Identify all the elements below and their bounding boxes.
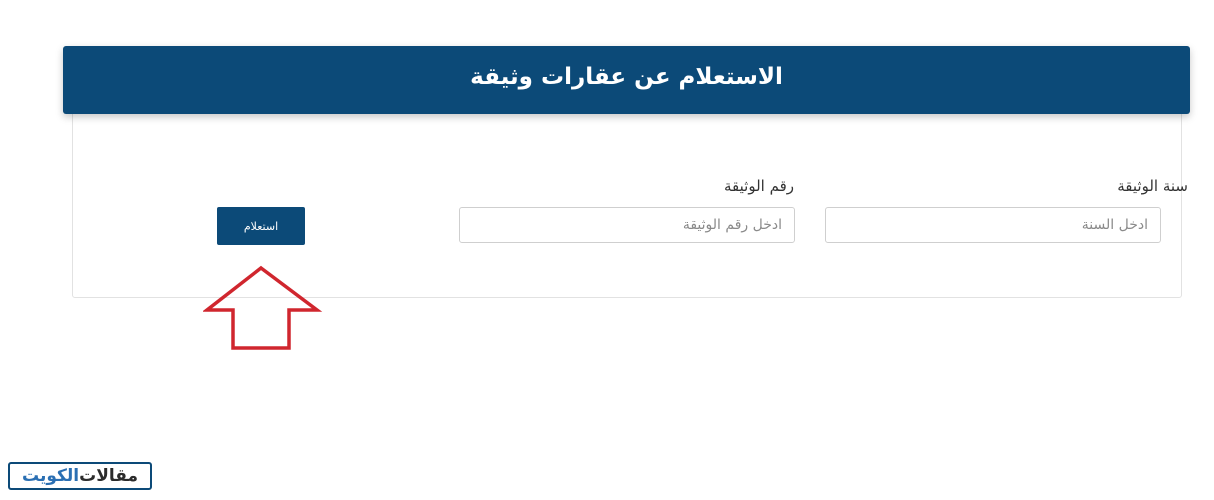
card-header: الاستعلام عن عقارات وثيقة [63, 46, 1190, 114]
page-title: الاستعلام عن عقارات وثيقة [470, 64, 783, 90]
arrow-up-icon [203, 265, 323, 350]
site-logo: مقالات الكويت [8, 462, 152, 490]
logo-text-2: الكويت [21, 466, 80, 486]
logo-text-1: مقالات [79, 466, 139, 486]
annotation-arrow-shape [203, 265, 323, 350]
document-number-label: رقم الوثيقة [724, 177, 794, 195]
year-input[interactable] [825, 207, 1161, 243]
year-label: سنة الوثيقة [1117, 177, 1188, 195]
document-number-input[interactable] [459, 207, 795, 243]
inquiry-submit-button[interactable]: استعلام [217, 207, 305, 245]
